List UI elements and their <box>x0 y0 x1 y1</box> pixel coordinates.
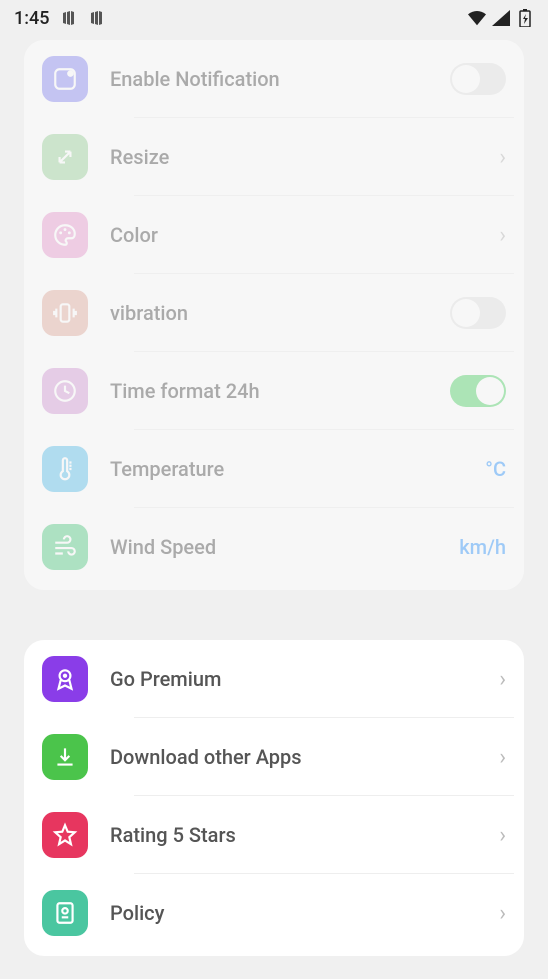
toggle-notification[interactable] <box>450 63 506 95</box>
wifi-icon <box>468 9 486 27</box>
row-label: Go Premium <box>110 667 499 691</box>
temperature-value: °C <box>485 457 506 481</box>
star-icon <box>42 812 88 858</box>
row-label: Wind Speed <box>110 535 459 559</box>
row-label: Resize <box>110 145 499 169</box>
status-app-icon-2 <box>87 9 105 27</box>
settings-group-2: Go Premium › Download other Apps › Ratin… <box>24 640 524 956</box>
premium-icon <box>42 656 88 702</box>
chevron-right-icon: › <box>499 823 506 848</box>
wind-icon <box>42 524 88 570</box>
chevron-right-icon: › <box>499 667 506 692</box>
row-color[interactable]: Color › <box>24 196 524 274</box>
status-bar: 1:45 <box>0 0 548 36</box>
battery-icon <box>516 9 534 27</box>
download-icon <box>42 734 88 780</box>
row-policy[interactable]: Policy › <box>24 874 524 952</box>
row-download-apps[interactable]: Download other Apps › <box>24 718 524 796</box>
status-app-icon-1 <box>59 9 77 27</box>
row-label: Policy <box>110 901 499 925</box>
status-time: 1:45 <box>14 8 49 29</box>
notification-icon <box>42 56 88 102</box>
toggle-time-format[interactable] <box>450 375 506 407</box>
row-label: Enable Notification <box>110 67 450 91</box>
row-rating[interactable]: Rating 5 Stars › <box>24 796 524 874</box>
policy-icon <box>42 890 88 936</box>
vibration-icon <box>42 290 88 336</box>
chevron-right-icon: › <box>499 901 506 926</box>
row-temperature[interactable]: Temperature °C <box>24 430 524 508</box>
toggle-vibration[interactable] <box>450 297 506 329</box>
row-enable-notification[interactable]: Enable Notification <box>24 40 524 118</box>
row-label: Time format 24h <box>110 379 450 403</box>
row-go-premium[interactable]: Go Premium › <box>24 640 524 718</box>
row-resize[interactable]: Resize › <box>24 118 524 196</box>
palette-icon <box>42 212 88 258</box>
settings-group-1: Enable Notification Resize › Color › vib… <box>24 40 524 590</box>
row-label: Download other Apps <box>110 745 499 769</box>
row-time-format[interactable]: Time format 24h <box>24 352 524 430</box>
row-label: vibration <box>110 301 450 325</box>
row-vibration[interactable]: vibration <box>24 274 524 352</box>
row-label: Rating 5 Stars <box>110 823 499 847</box>
chevron-right-icon: › <box>499 145 506 170</box>
row-wind-speed[interactable]: Wind Speed km/h <box>24 508 524 586</box>
thermometer-icon <box>42 446 88 492</box>
resize-icon <box>42 134 88 180</box>
clock-icon <box>42 368 88 414</box>
chevron-right-icon: › <box>499 745 506 770</box>
row-label: Color <box>110 223 499 247</box>
wind-value: km/h <box>459 535 506 559</box>
signal-icon <box>492 9 510 27</box>
row-label: Temperature <box>110 457 485 481</box>
chevron-right-icon: › <box>499 223 506 248</box>
